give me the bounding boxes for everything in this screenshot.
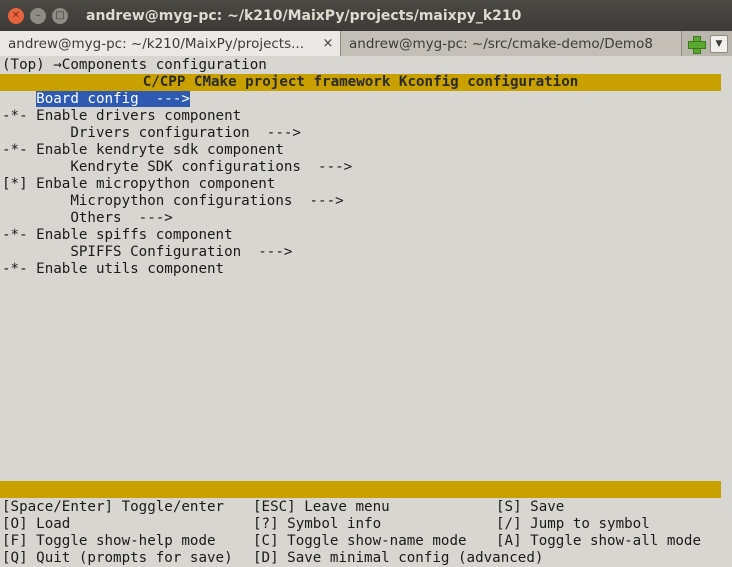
- window-titlebar: ✕ – □ andrew@myg-pc: ~/k210/MaixPy/proje…: [0, 0, 732, 31]
- help-shortcut: [D] Save minimal config (advanced): [253, 550, 544, 566]
- help-shortcut: [/] Jump to symbol: [496, 516, 650, 532]
- terminal-view[interactable]: (Top) →Components configuration C/CPP CM…: [0, 56, 732, 567]
- help-shortcut: [C] Toggle show-name mode: [253, 533, 467, 549]
- new-tab-plus-icon[interactable]: [686, 34, 706, 54]
- minimize-window-button[interactable]: –: [30, 7, 46, 24]
- tab-close-icon[interactable]: ×: [320, 36, 336, 51]
- maximize-window-button[interactable]: □: [52, 7, 68, 24]
- menu-item[interactable]: -*- Enable kendryte sdk component: [2, 142, 284, 159]
- window-controls: ✕ – □: [8, 7, 68, 24]
- tab-label: andrew@myg-pc: ~/k210/MaixPy/projects...: [8, 35, 305, 52]
- help-shortcut: [ESC] Leave menu: [253, 499, 390, 515]
- menu-item[interactable]: Drivers configuration --->: [2, 125, 301, 142]
- menu-item[interactable]: [*] Enbale micropython component: [2, 176, 275, 193]
- tab-tools: ▼: [682, 31, 728, 56]
- tab-maixpy[interactable]: andrew@myg-pc: ~/k210/MaixPy/projects...…: [0, 31, 341, 56]
- help-shortcut: [S] Save: [496, 499, 565, 515]
- tab-label: andrew@myg-pc: ~/src/cmake-demo/Demo8: [349, 35, 653, 52]
- close-window-button[interactable]: ✕: [8, 7, 24, 24]
- help-shortcut: [Q] Quit (prompts for save): [2, 550, 233, 566]
- menuconfig-banner: C/CPP CMake project framework Kconfig co…: [0, 74, 721, 91]
- menu-item[interactable]: Micropython configurations --->: [2, 193, 343, 210]
- selected-menu-item-label[interactable]: Board config --->: [36, 91, 190, 107]
- menu-item[interactable]: Others --->: [2, 210, 173, 227]
- help-shortcut: [F] Toggle show-help mode: [2, 533, 216, 549]
- help-shortcut: [O] Load: [2, 516, 71, 532]
- menu-item-indent: [2, 91, 36, 107]
- menu-item[interactable]: -*- Enable drivers component: [2, 108, 241, 125]
- tab-cmake-demo[interactable]: andrew@myg-pc: ~/src/cmake-demo/Demo8: [341, 31, 682, 56]
- bottom-banner-strip: [0, 481, 721, 498]
- tab-menu-chevron-down-icon[interactable]: ▼: [710, 34, 728, 53]
- help-shortcut: [?] Symbol info: [253, 516, 382, 532]
- menu-item[interactable]: -*- Enable spiffs component: [2, 227, 233, 244]
- help-shortcut: [A] Toggle show-all mode: [496, 533, 701, 549]
- menu-item[interactable]: Kendryte SDK configurations --->: [2, 159, 352, 176]
- menu-item[interactable]: -*- Enable utils component: [2, 261, 224, 278]
- window-title: andrew@myg-pc: ~/k210/MaixPy/projects/ma…: [86, 7, 522, 24]
- help-shortcut: [Space/Enter] Toggle/enter: [2, 499, 225, 515]
- menu-item[interactable]: Board config --->: [2, 91, 190, 108]
- terminal-right-margin: [721, 56, 732, 567]
- tab-bar: andrew@myg-pc: ~/k210/MaixPy/projects...…: [0, 31, 732, 56]
- breadcrumb: (Top) →Components configuration: [2, 57, 267, 73]
- menu-item[interactable]: SPIFFS Configuration --->: [2, 244, 292, 261]
